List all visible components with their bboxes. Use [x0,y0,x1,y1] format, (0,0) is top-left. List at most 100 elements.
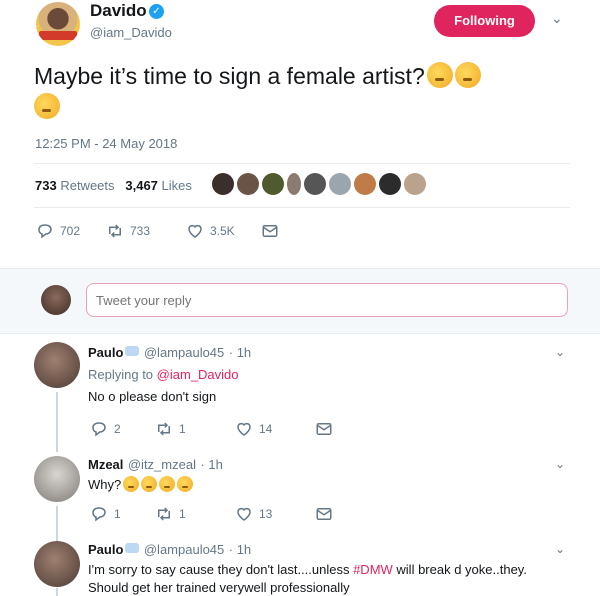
direct-message-button[interactable] [315,420,333,438]
reply-time[interactable]: 1h [208,457,222,472]
liker-avatar[interactable] [262,173,284,195]
author-handle[interactable]: @iam_Davido [90,25,172,40]
retweets-count[interactable]: 733 [35,178,57,193]
like-button[interactable]: 13 [235,505,315,523]
reply-text-part: will break d yoke..they. [392,562,527,577]
retweet-button[interactable]: 1 [155,505,235,523]
reply-author-handle[interactable]: @lampaulo45 [144,345,224,360]
liker-avatar[interactable] [379,173,401,195]
liker-avatars [212,173,426,195]
reply-avatar[interactable] [34,342,80,388]
reply-text: No o please don't sign [88,389,217,404]
avatar-badge [39,31,77,40]
replying-to-prefix: Replying to [88,367,154,382]
reply-actions: 2 1 14 [90,420,333,438]
grimacing-face-emoji-icon [177,476,194,492]
envelope-icon [316,423,332,435]
like-count: 13 [259,507,273,521]
speech-bubble-icon [125,346,140,356]
replying-to: Replying to @iam_Davido [88,367,239,382]
verified-icon: ✓ [149,4,164,19]
envelope-icon [262,225,278,237]
liker-avatar[interactable] [329,173,351,195]
direct-message-button[interactable] [261,222,279,240]
chevron-down-icon[interactable]: ⌄ [551,10,563,27]
reply-text: I'm sorry to say cause they don't last..… [88,561,558,596]
retweet-icon [158,422,170,436]
reply-button[interactable]: 2 [90,420,155,438]
reply-author-name[interactable]: Paulo [88,345,123,360]
divider [34,163,570,164]
reply-text: Why? [88,476,194,492]
chevron-down-icon[interactable]: ⌄ [555,457,565,471]
liker-avatar[interactable] [212,173,234,195]
author-avatar[interactable] [36,2,80,46]
reply-button[interactable]: 702 [36,222,106,240]
envelope-icon [316,508,332,520]
retweet-count: 1 [179,422,186,436]
tweet-actions: 702 733 3.5K [36,222,279,240]
retweet-icon [158,507,170,521]
tweet-text: Maybe it’s time to sign a female artist? [34,61,564,123]
reply-avatar[interactable] [34,456,80,502]
reply-icon [92,507,106,522]
speech-bubble-icon [125,543,140,553]
chevron-down-icon[interactable]: ⌄ [555,542,565,556]
retweet-button[interactable]: 1 [155,420,235,438]
reply-text-part: Should get her trained verywell professi… [88,580,350,595]
likes-count[interactable]: 3,467 [125,178,158,193]
reply-author-handle[interactable]: @lampaulo45 [144,542,224,557]
reply-header: Paulo @lampaulo45 · 1h [88,345,252,360]
retweet-count: 733 [130,224,151,238]
reply-author-name[interactable]: Mzeal [88,457,123,472]
liker-avatar[interactable] [354,173,376,195]
thinking-face-emoji-icon [454,62,481,88]
like-button[interactable]: 14 [235,420,315,438]
retweets-label[interactable]: Retweets [60,178,114,193]
liker-avatar[interactable] [287,173,301,195]
like-button[interactable]: 3.5K [186,222,261,240]
tweet-timestamp[interactable]: 12:25 PM - 24 May 2018 [35,136,177,151]
hashtag-link[interactable]: #DMW [353,562,393,577]
tweet-stats: 733 Retweets 3,467 Likes [35,178,192,193]
reply-text-content: Why? [88,477,122,492]
heart-icon [188,224,202,238]
author-name[interactable]: Davido [90,1,147,21]
liker-avatar[interactable] [237,173,259,195]
retweet-count: 1 [179,507,186,521]
thread-line [56,392,58,452]
reply-text-part: I'm sorry to say cause they don't last..… [88,562,354,577]
reply-count: 1 [114,507,121,521]
reply-author-handle[interactable]: @itz_mzeal [128,457,196,472]
heart-icon [237,422,251,436]
reply-header: Mzeal @itz_mzeal · 1h [88,457,223,472]
reply-actions: 1 1 13 [90,505,333,523]
liker-avatar[interactable] [404,173,426,195]
current-user-avatar [41,285,71,315]
likes-label[interactable]: Likes [162,178,192,193]
reply-time[interactable]: 1h [237,345,251,360]
reply-input[interactable] [86,283,568,317]
tweet-text-content: Maybe it’s time to sign a female artist? [34,63,425,89]
direct-message-button[interactable] [315,505,333,523]
reply-time[interactable]: 1h [237,542,251,557]
heart-icon [237,507,251,521]
liker-avatar[interactable] [304,173,326,195]
thread-line [56,506,58,544]
reply-button[interactable]: 1 [90,505,155,523]
thread-line [56,588,58,596]
anguished-face-emoji-icon [123,476,140,492]
grimacing-face-emoji-icon [159,476,176,492]
chevron-down-icon[interactable]: ⌄ [555,345,565,359]
thinking-face-emoji-icon [34,93,60,119]
reply-count: 2 [114,422,121,436]
replying-to-handle[interactable]: @iam_Davido [157,367,239,382]
thinking-face-emoji-icon [426,62,453,88]
anguished-face-emoji-icon [141,476,158,492]
reply-avatar[interactable] [34,541,80,587]
following-button[interactable]: Following [434,5,535,37]
retweet-button[interactable]: 733 [106,222,186,240]
reply-author-name[interactable]: Paulo [88,542,123,557]
like-count: 14 [259,422,273,436]
reply-header: Paulo @lampaulo45 · 1h [88,542,252,557]
